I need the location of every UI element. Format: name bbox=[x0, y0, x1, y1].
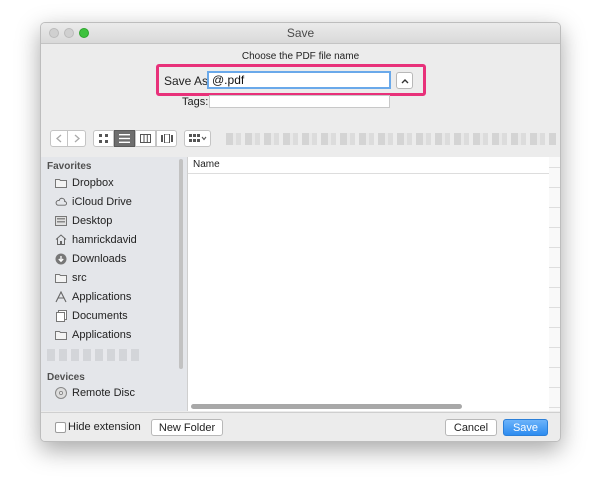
name-column-header[interactable]: Name bbox=[188, 157, 549, 174]
home-icon bbox=[55, 234, 67, 246]
sidebar-item-label: Remote Disc bbox=[72, 386, 135, 399]
sidebar-item-dropbox[interactable]: Dropbox bbox=[55, 174, 114, 191]
devices-header: Devices bbox=[47, 372, 85, 383]
list-icon bbox=[119, 134, 130, 143]
cloud-icon bbox=[55, 196, 67, 208]
sidebar-item-downloads[interactable]: Downloads bbox=[55, 250, 126, 267]
desktop-icon bbox=[55, 215, 67, 227]
arrange-button[interactable] bbox=[184, 130, 211, 147]
cancel-button[interactable]: Cancel bbox=[445, 419, 497, 436]
sidebar-item-label: src bbox=[72, 271, 87, 284]
forward-button[interactable] bbox=[68, 130, 86, 147]
file-list[interactable]: Name bbox=[188, 157, 549, 411]
save-as-input[interactable] bbox=[207, 71, 391, 89]
blurred-toolbar-area bbox=[226, 133, 556, 145]
window-title: Save bbox=[286, 26, 315, 40]
sidebar-item-src[interactable]: src bbox=[55, 269, 87, 286]
cover-flow-icon bbox=[160, 134, 173, 143]
disc-icon bbox=[55, 386, 67, 399]
tags-input[interactable] bbox=[209, 95, 390, 108]
list-view-button[interactable] bbox=[114, 130, 135, 147]
sidebar-item-label: Desktop bbox=[72, 214, 113, 227]
save-dialog: Save Choose the PDF file name Save As: T… bbox=[40, 22, 561, 442]
back-button[interactable] bbox=[50, 130, 68, 147]
sidebar-item-documents[interactable]: Documents bbox=[55, 307, 128, 324]
expand-dialog-button[interactable] bbox=[396, 72, 413, 89]
new-folder-button[interactable]: New Folder bbox=[151, 419, 223, 436]
blurred-column-area bbox=[549, 157, 560, 411]
sidebar-item-desktop[interactable]: Desktop bbox=[55, 212, 112, 229]
sidebar-item-applications[interactable]: Applications bbox=[55, 288, 131, 305]
sidebar-item-applications-folder[interactable]: Applications bbox=[55, 326, 131, 343]
sidebar: Favorites Dropbox iCloud Drive Desktop h… bbox=[41, 157, 188, 411]
name-column-label: Name bbox=[193, 159, 220, 170]
sidebar-item-label: iCloud Drive bbox=[72, 195, 132, 208]
tags-label: Tags: bbox=[182, 96, 209, 108]
documents-icon bbox=[55, 309, 67, 322]
folder-icon bbox=[55, 272, 67, 284]
sidebar-item-label: hamrickdavid bbox=[72, 233, 137, 246]
horizontal-scrollbar[interactable] bbox=[191, 404, 462, 409]
grid-icon bbox=[99, 134, 108, 143]
bottom-bar: Hide extension New Folder Cancel Save bbox=[41, 412, 560, 441]
dialog-subtitle: Choose the PDF file name bbox=[241, 51, 360, 62]
favorites-header: Favorites bbox=[47, 161, 92, 172]
sidebar-item-label: Applications bbox=[72, 328, 132, 341]
download-icon bbox=[55, 253, 67, 265]
icon-view-button[interactable] bbox=[93, 130, 114, 147]
save-as-label: Save As: bbox=[164, 74, 212, 88]
save-button[interactable]: Save bbox=[503, 419, 548, 436]
chevron-right-icon bbox=[74, 134, 80, 143]
sidebar-item-label: Applications bbox=[72, 290, 132, 303]
folder-icon bbox=[55, 177, 67, 189]
chevron-up-icon bbox=[401, 78, 408, 83]
arrange-grid-icon bbox=[188, 134, 206, 142]
sidebar-item-remote-disc[interactable]: Remote Disc bbox=[55, 384, 135, 401]
title-bar: Save bbox=[41, 23, 560, 44]
sidebar-item-label: Downloads bbox=[72, 252, 127, 265]
chevron-left-icon bbox=[56, 134, 62, 143]
column-view-button[interactable] bbox=[135, 130, 156, 147]
sidebar-item-icloud-drive[interactable]: iCloud Drive bbox=[55, 193, 132, 210]
sidebar-item-label: Documents bbox=[72, 309, 128, 322]
blurred-sidebar-item bbox=[47, 349, 139, 361]
sidebar-scrollbar[interactable] bbox=[179, 159, 183, 369]
sidebar-item-label: Dropbox bbox=[72, 176, 114, 189]
hide-extension-checkbox[interactable] bbox=[55, 422, 66, 433]
sidebar-item-home[interactable]: hamrickdavid bbox=[55, 231, 137, 248]
applications-icon bbox=[55, 290, 67, 303]
folder-icon bbox=[55, 329, 67, 341]
cover-flow-button[interactable] bbox=[156, 130, 177, 147]
columns-icon bbox=[140, 134, 151, 143]
hide-extension-label: Hide extension bbox=[68, 421, 141, 433]
